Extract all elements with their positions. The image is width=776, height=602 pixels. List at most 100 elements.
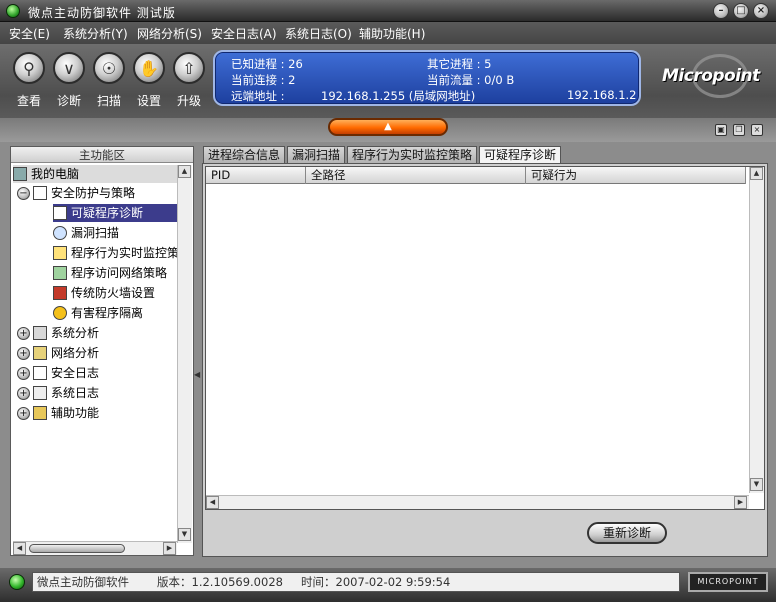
tab-strip: 进程综合信息 漏洞扫描 程序行为实时监控策略 可疑程序诊断: [203, 146, 769, 165]
title-bar[interactable]: 微点主动防御软件 测试版 – □ ×: [0, 0, 776, 22]
tab-process-info[interactable]: 进程综合信息: [203, 146, 286, 164]
column-suspicious-behavior[interactable]: 可疑行为: [526, 167, 746, 184]
status-indicator-icon: [9, 574, 25, 590]
diagnosis-icon: [53, 206, 67, 220]
status-brand-logo: MICROPOINT: [688, 572, 768, 592]
upgrade-button[interactable]: ⇧ 升级: [171, 52, 207, 116]
status-version: 版本：1.2.10569.0028: [157, 575, 283, 589]
rediagnose-button[interactable]: 重新诊断: [587, 522, 667, 544]
scroll-right-icon[interactable]: ▶: [163, 542, 176, 555]
menu-security-log[interactable]: 安全日志(A): [211, 25, 277, 42]
remote-address-value: 192.168.1.255 (局域网地址): [321, 89, 476, 103]
quarantine-icon: [53, 306, 67, 320]
tree-horizontal-scrollbar[interactable]: ◀ ▶: [13, 541, 177, 555]
tree-firewall-settings[interactable]: 传统防火墙设置: [53, 284, 155, 302]
system-log-icon: [33, 386, 47, 400]
system-icon: [33, 326, 47, 340]
status-time: 时间：2007-02-02 9:59:54: [301, 575, 451, 589]
scroll-left-icon[interactable]: ◀: [13, 542, 26, 555]
tree-system-analysis[interactable]: 系统分析: [33, 324, 99, 342]
window-title: 微点主动防御软件 测试版: [28, 6, 176, 20]
helper-icon: [33, 406, 47, 420]
scroll-down-icon[interactable]: ▼: [178, 528, 191, 541]
tree-suspicious-program-diagnosis[interactable]: 可疑程序诊断: [53, 204, 177, 222]
scroll-up-icon[interactable]: ▲: [178, 165, 191, 178]
menu-bar: 安全(E) 系统分析(Y) 网络分析(S) 安全日志(A) 系统日志(O) 辅助…: [0, 22, 776, 44]
menu-system-log[interactable]: 系统日志(O): [285, 25, 352, 42]
list-header: PID 全路径 可疑行为: [206, 167, 746, 184]
expand-system-log-icon[interactable]: +: [17, 387, 30, 400]
computer-icon: [13, 167, 27, 181]
current-traffic: 当前流量 : 0/0 B: [427, 73, 515, 87]
tree-network-access-policy[interactable]: 程序访问网络策略: [53, 264, 167, 282]
diagnose-button[interactable]: ∨ 诊断: [51, 52, 87, 116]
hand-icon: ✋: [133, 52, 165, 84]
column-pid[interactable]: PID: [206, 167, 306, 184]
menu-security[interactable]: 安全(E): [9, 25, 50, 42]
chevron-icon: ∨: [53, 52, 85, 84]
column-full-path[interactable]: 全路径: [306, 167, 526, 184]
tree-security-log[interactable]: 安全日志: [33, 364, 99, 382]
status-app-name: 微点主动防御软件: [37, 575, 129, 589]
remote-address-label: 远端地址 :: [231, 89, 285, 103]
collapse-toolbar-button[interactable]: ▲: [328, 118, 448, 136]
menu-system-analysis[interactable]: 系统分析(Y): [63, 25, 128, 42]
tree-vertical-scrollbar[interactable]: ▲ ▼: [177, 165, 192, 543]
menu-network-analysis[interactable]: 网络分析(S): [137, 25, 202, 42]
content-panel: PID 全路径 可疑行为 ▲ ▼ ◀ ▶ 重新诊断: [202, 163, 768, 557]
expand-system-analysis-icon[interactable]: +: [17, 327, 30, 340]
tree-network-analysis[interactable]: 网络分析: [33, 344, 99, 362]
flag-icon: [33, 186, 47, 200]
tab-behavior-monitor-policy[interactable]: 程序行为实时监控策略: [347, 146, 478, 164]
current-connections: 当前连接 : 2: [231, 73, 296, 87]
splitter-collapse-icon[interactable]: ◀: [194, 370, 200, 380]
tree-behavior-monitor-policy[interactable]: 程序行为实时监控策: [53, 244, 179, 262]
tree-security-policy[interactable]: 安全防护与策略: [33, 184, 135, 202]
tree-root-my-computer[interactable]: 我的电脑: [13, 165, 177, 183]
tab-vulnerability-scan[interactable]: 漏洞扫描: [287, 146, 346, 164]
list-scroll-up-icon[interactable]: ▲: [750, 167, 763, 180]
magnifier-icon: [53, 226, 67, 240]
minimize-button[interactable]: –: [713, 3, 729, 19]
diagnosis-list[interactable]: PID 全路径 可疑行为 ▲ ▼ ◀ ▶: [205, 166, 765, 510]
main-window: 微点主动防御软件 测试版 – □ × 安全(E) 系统分析(Y) 网络分析(S)…: [0, 0, 776, 602]
expand-helper-icon[interactable]: +: [17, 407, 30, 420]
collapse-bar: ▲ ▣ ❐ ×: [0, 118, 776, 142]
restore-view-icon[interactable]: ▣: [715, 124, 727, 136]
expand-network-analysis-icon[interactable]: +: [17, 347, 30, 360]
log-icon: [33, 366, 47, 380]
tree-system-log[interactable]: 系统日志: [33, 384, 99, 402]
shield-icon: ☉: [93, 52, 125, 84]
app-logo-icon: [6, 4, 20, 18]
list-vertical-scrollbar[interactable]: ▲ ▼: [749, 167, 764, 493]
panel-header: 主功能区: [11, 147, 193, 163]
scan-button[interactable]: ☉ 扫描: [91, 52, 127, 116]
cascade-view-icon[interactable]: ❐: [733, 124, 745, 136]
up-arrow-icon: ⇧: [173, 52, 205, 84]
settings-button[interactable]: ✋ 设置: [131, 52, 167, 116]
main-function-panel: 主功能区 我的电脑 − 安全防护与策略 可疑程序诊断 漏洞扫描 程序行为实时监控…: [10, 146, 194, 556]
other-processes: 其它进程 : 5: [427, 57, 492, 71]
maximize-button[interactable]: □: [733, 3, 749, 19]
magnifier-icon: ⚲: [13, 52, 45, 84]
network-policy-icon: [53, 266, 67, 280]
close-view-icon[interactable]: ×: [751, 124, 763, 136]
list-scroll-left-icon[interactable]: ◀: [206, 496, 219, 509]
list-horizontal-scrollbar[interactable]: ◀ ▶: [206, 495, 749, 509]
network-icon: [33, 346, 47, 360]
brand-logo: Micropoint: [662, 54, 768, 98]
list-scroll-down-icon[interactable]: ▼: [750, 478, 763, 491]
tree-vulnerability-scan[interactable]: 漏洞扫描: [53, 224, 119, 242]
status-bar: 微点主动防御软件 版本：1.2.10569.0028 时间：2007-02-02…: [0, 568, 776, 602]
upgrade-label: 升级: [176, 94, 201, 108]
firewall-icon: [53, 286, 67, 300]
tree-quarantine[interactable]: 有害程序隔离: [53, 304, 143, 322]
list-scroll-right-icon[interactable]: ▶: [734, 496, 747, 509]
collapse-security-icon[interactable]: −: [17, 187, 30, 200]
tree-helper-functions[interactable]: 辅助功能: [33, 404, 99, 422]
horizontal-scroll-thumb[interactable]: [29, 544, 125, 553]
menu-helper[interactable]: 辅助功能(H): [359, 25, 425, 42]
close-button[interactable]: ×: [753, 3, 769, 19]
view-button[interactable]: ⚲ 查看: [11, 52, 47, 116]
expand-security-log-icon[interactable]: +: [17, 367, 30, 380]
